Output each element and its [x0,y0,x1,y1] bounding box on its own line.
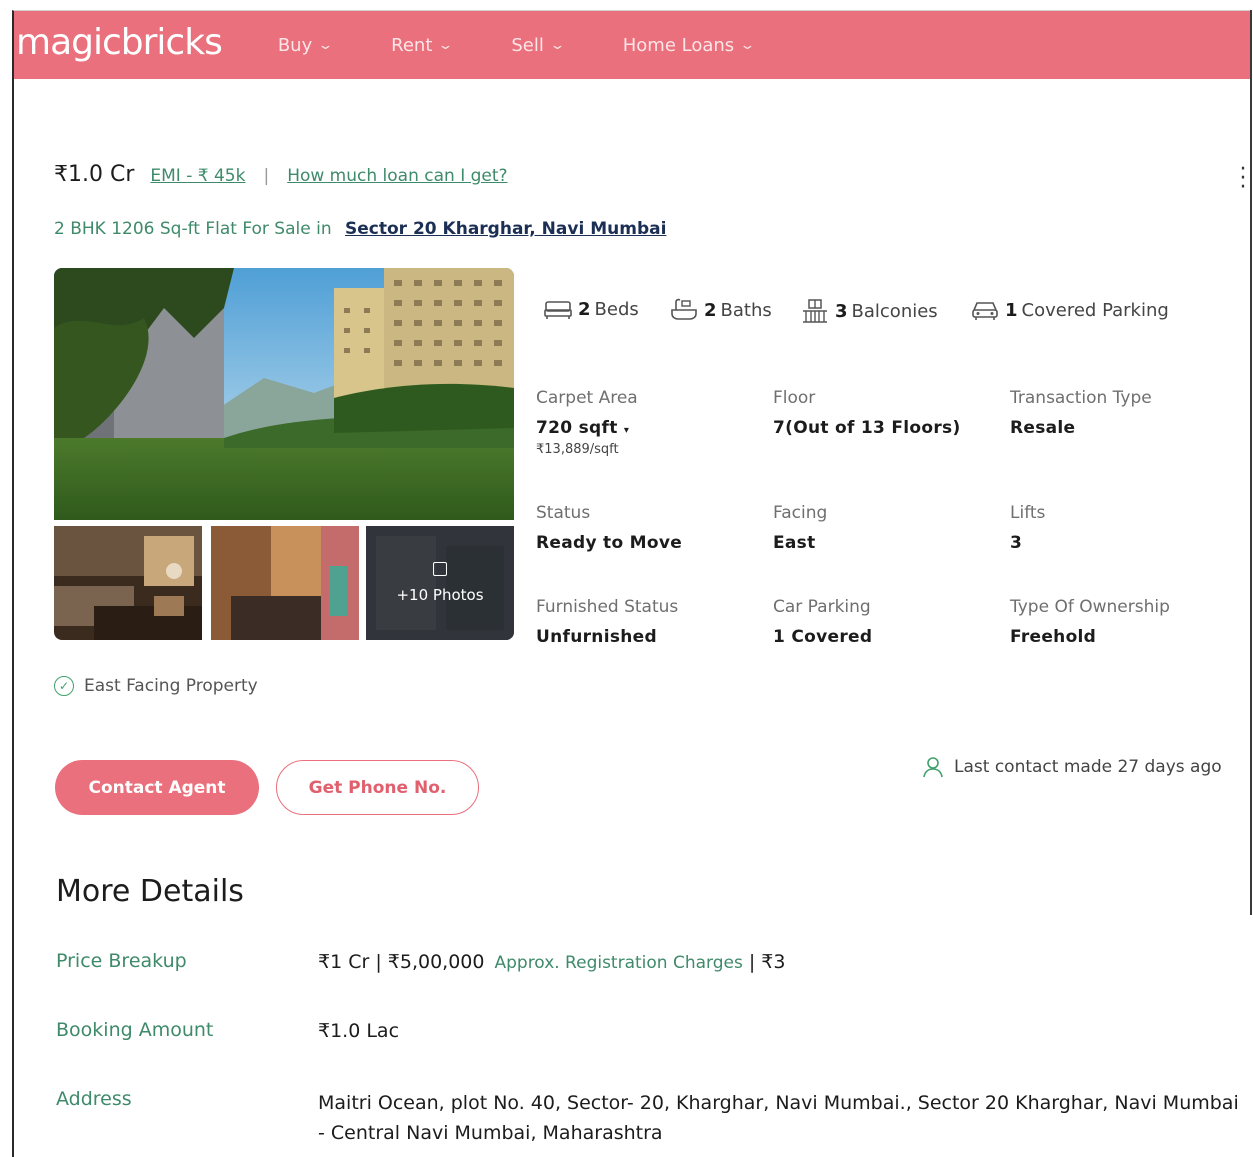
balconies-count: 3 [835,300,848,322]
parking-label: Covered Parking [1021,299,1169,321]
address-value: Maitri Ocean, plot No. 40, Sector- 20, K… [318,1092,1239,1144]
registration-amount: | ₹3 [748,951,786,973]
fact-carpet-area: Carpet Area 720 sqft ▾ ₹13,889/sqft [536,388,638,457]
thumbnail-more-photos[interactable]: +10 Photos [366,526,514,640]
ownership-value: Freehold [1010,627,1097,647]
fact-car-parking: Car Parking 1 Covered [773,597,872,647]
baths-label: Baths [720,299,772,321]
bed-icon [544,301,572,319]
main-nav: Buy ⌄ Rent ⌄ Sell ⌄ Home Loans ⌄ [278,35,813,56]
photo-icon [433,562,447,576]
booking-amount-label: Booking Amount [56,1019,214,1041]
magicbricks-logo[interactable]: magicbricks [16,22,223,63]
nav-rent[interactable]: Rent ⌄ [391,34,455,56]
more-photos-label: +10 Photos [396,586,484,604]
bedroom-photo [211,526,359,640]
get-phone-button[interactable]: Get Phone No. [276,760,479,815]
more-photos-overlay: +10 Photos [366,526,514,640]
ownership-label: Type Of Ownership [1010,597,1170,617]
lifts-label: Lifts [1010,503,1046,523]
chevron-down-icon: ⌄ [437,37,455,53]
booking-amount-value: ₹1.0 Lac [318,1020,400,1042]
baths-count: 2 [704,299,717,321]
last-contact-text: Last contact made 27 days ago [954,757,1222,777]
floor-label: Floor [773,388,816,408]
amenity-balconies: 3 Balconies [801,298,938,324]
status-label: Status [536,503,591,523]
listing-price: ₹1.0 Cr [54,162,135,187]
fact-furnished-status: Furnished Status Unfurnished [536,597,678,647]
car-parking-label: Car Parking [773,597,871,617]
living-room-photo [54,526,202,640]
beds-label: Beds [594,298,639,320]
price-breakup-amount: ₹1 Cr | ₹5,00,000 [318,951,485,973]
fact-floor: Floor 7(Out of 13 Floors) [773,388,961,438]
carpet-area-value[interactable]: 720 sqft ▾ [536,418,638,438]
check-circle-icon: ✓ [54,676,74,696]
price-per-sqft: ₹13,889/sqft [536,442,619,457]
user-icon [923,757,943,778]
floor-value: 7(Out of 13 Floors) [773,418,961,438]
car-icon [972,302,998,320]
building-photo [54,268,514,520]
chevron-down-icon: ⌄ [739,37,756,53]
location-link[interactable]: Sector 20 Kharghar, Navi Mumbai [345,219,666,239]
price-breakup-label: Price Breakup [56,950,187,972]
fact-facing: Facing East [773,503,827,553]
more-details-heading: More Details [56,874,244,909]
nav-buy[interactable]: Buy ⌄ [277,34,334,56]
caret-down-icon: ▾ [623,425,630,436]
nav-sell-label: Sell [511,34,544,56]
main-property-photo[interactable] [54,268,514,520]
chevron-down-icon: ⌄ [317,37,334,53]
kebab-menu-icon[interactable]: · · · [1238,159,1248,199]
balcony-icon [803,299,827,323]
property-highlight: ✓ East Facing Property [54,676,258,696]
transaction-label: Transaction Type [1010,388,1152,408]
bath-icon [671,298,697,320]
top-nav-bar: magicbricks Buy ⌄ Rent ⌄ Sell ⌄ Home Loans ⌄ [14,11,1250,79]
fact-ownership: Type Of Ownership Freehold [1010,597,1170,647]
balconies-label: Balconies [851,300,938,322]
facing-value: East [773,533,816,553]
thumbnail-living-room[interactable] [54,526,202,640]
listing-type: 2 BHK 1206 Sq-ft Flat For Sale in [54,219,332,239]
nav-home-loans[interactable]: Home Loans ⌄ [622,34,756,56]
furnished-value: Unfurnished [536,627,657,647]
fact-transaction-type: Transaction Type Resale [1010,388,1152,438]
carpet-area-label: Carpet Area [536,388,638,408]
carpet-area-text: 720 sqft [536,418,618,438]
facing-label: Facing [773,503,828,523]
beds-count: 2 [578,298,591,320]
furnished-label: Furnished Status [536,597,679,617]
transaction-value: Resale [1010,418,1076,438]
nav-home-loans-label: Home Loans [622,34,735,56]
amenity-parking: 1 Covered Parking [971,298,1169,322]
page-frame-right [1250,10,1252,915]
nav-rent-label: Rent [391,34,433,56]
fact-status: Status Ready to Move [536,503,682,553]
amenity-baths: 2 Baths [670,298,772,322]
price-breakup-value: ₹1 Cr | ₹5,00,000 Approx. Registration Ch… [318,951,785,973]
status-value: Ready to Move [536,533,683,553]
fact-lifts: Lifts 3 [1010,503,1045,553]
listing-subtitle: 2 BHK 1206 Sq-ft Flat For Sale in Sector… [54,219,666,239]
contact-agent-button[interactable]: Contact Agent [55,760,259,815]
parking-count: 1 [1005,299,1018,321]
amenity-beds: 2 Beds [544,298,639,320]
nav-buy-label: Buy [277,34,313,56]
nav-sell[interactable]: Sell ⌄ [511,34,566,56]
price-row: ₹1.0 Cr EMI - ₹ 45k | How much loan can … [54,162,508,187]
loan-eligibility-link[interactable]: How much loan can I get? [287,166,507,186]
registration-note: Approx. Registration Charges [494,953,743,973]
address-label: Address [56,1088,132,1110]
highlight-text: East Facing Property [84,676,258,696]
emi-link[interactable]: EMI - ₹ 45k [150,166,245,186]
lifts-value: 3 [1010,533,1023,553]
car-parking-value: 1 Covered [773,627,873,647]
price-separator: | [263,166,270,186]
thumbnail-bedroom[interactable] [211,526,359,640]
chevron-down-icon: ⌄ [549,37,566,53]
last-contact-info: Last contact made 27 days ago [922,756,1222,778]
